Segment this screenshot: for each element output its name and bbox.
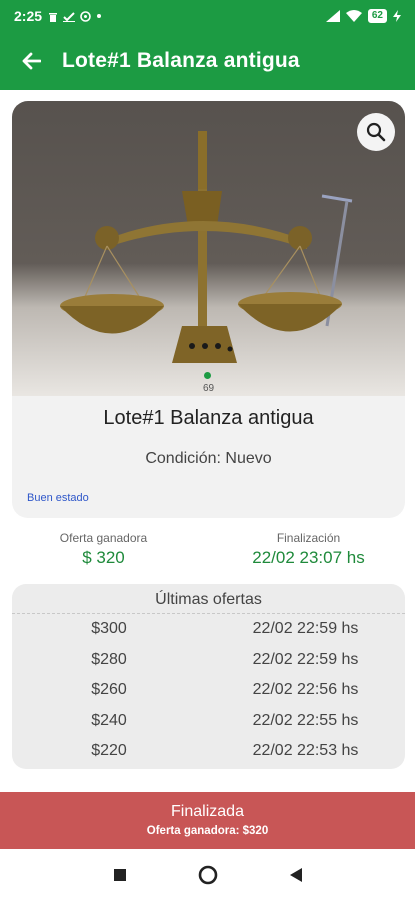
offer-amount: $300 xyxy=(91,620,127,638)
offer-amount: $240 xyxy=(91,711,127,729)
item-card: 69 Lote#1 Balanza antigua Condición: Nue… xyxy=(12,101,405,518)
home-icon[interactable] xyxy=(197,864,219,886)
auction-status-banner: Finalizada Oferta ganadora: $320 xyxy=(0,792,415,849)
latest-offers-panel: Últimas ofertas $300 22/02 22:59 hs $280… xyxy=(12,584,405,769)
offer-date: 22/02 22:59 hs xyxy=(252,620,359,638)
sync-icon xyxy=(80,10,91,22)
offer-row: $240 22/02 22:55 hs xyxy=(12,706,405,737)
status-notification-icons xyxy=(48,10,102,22)
charging-icon xyxy=(393,10,401,22)
winning-offer-label: Oferta ganadora xyxy=(59,531,148,545)
offer-date: 22/02 22:56 hs xyxy=(252,681,359,699)
offer-amount: $260 xyxy=(91,681,127,699)
offer-row: $220 22/02 22:53 hs xyxy=(12,736,405,767)
search-icon xyxy=(366,122,386,142)
battery-icon: 62 xyxy=(367,9,387,23)
system-nav-bar xyxy=(0,849,415,900)
offer-date: 22/02 22:55 hs xyxy=(252,711,359,729)
end-time-value: 22/02 23:07 hs xyxy=(252,548,365,567)
page-title: Lote#1 Balanza antigua xyxy=(62,49,300,72)
check-icon xyxy=(63,11,76,22)
offer-amount: $220 xyxy=(91,742,127,760)
back-button[interactable] xyxy=(0,32,62,90)
back-nav-icon[interactable] xyxy=(289,867,303,883)
end-time-block: Finalización 22/02 23:07 hs xyxy=(205,531,412,568)
arrow-left-icon xyxy=(22,52,42,70)
item-condition: Condición: Nuevo xyxy=(145,450,272,467)
item-title: Lote#1 Balanza antigua xyxy=(103,407,314,429)
wifi-icon xyxy=(345,10,362,22)
offer-row: $300 22/02 22:59 hs xyxy=(12,614,405,645)
carousel-indicator xyxy=(204,372,211,379)
auction-status-detail: Oferta ganadora: $320 xyxy=(146,825,269,837)
item-description: Buen estado xyxy=(27,492,89,504)
signal-icon xyxy=(325,10,340,22)
scale-illustration xyxy=(60,131,353,363)
dot-icon xyxy=(97,14,102,18)
item-photo[interactable] xyxy=(12,101,405,396)
auction-status: Finalizada xyxy=(171,803,244,820)
end-time-label: Finalización xyxy=(276,531,341,545)
status-bar: 2:25 62 xyxy=(0,0,415,32)
offer-row: $260 22/02 22:56 hs xyxy=(12,675,405,706)
offer-row: $280 22/02 22:59 hs xyxy=(12,645,405,676)
app-bar: Lote#1 Balanza antigua xyxy=(0,32,415,90)
status-system-icons: 62 xyxy=(325,9,401,23)
winning-offer-block: Oferta ganadora $ 320 xyxy=(0,531,207,568)
offer-amount: $280 xyxy=(91,650,127,668)
latest-offers-title: Últimas ofertas xyxy=(12,584,405,614)
recents-icon[interactable] xyxy=(113,868,127,882)
zoom-button[interactable] xyxy=(357,113,395,151)
trash-icon xyxy=(49,12,58,22)
offer-date: 22/02 22:59 hs xyxy=(252,650,359,668)
offer-date: 22/02 22:53 hs xyxy=(252,742,359,760)
status-time: 2:25 xyxy=(14,8,43,24)
winning-offer-value: $ 320 xyxy=(82,548,125,567)
image-counter: 69 xyxy=(202,383,215,394)
